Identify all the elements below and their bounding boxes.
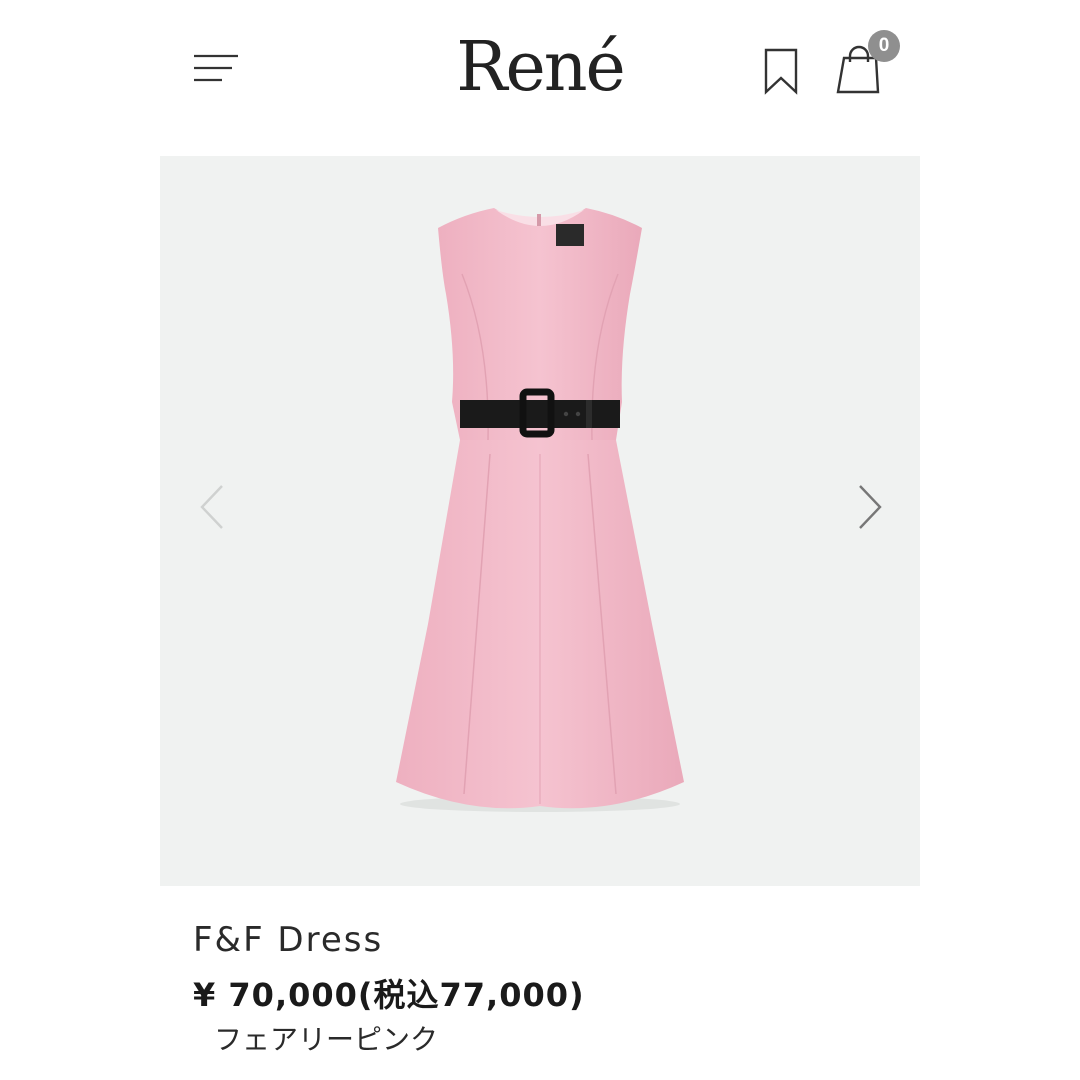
bookmark-icon [764, 48, 798, 95]
menu-button[interactable] [190, 48, 244, 88]
product-image [396, 208, 684, 812]
chevron-right-icon[interactable] [848, 482, 888, 532]
brand-logo[interactable]: René [456, 28, 625, 107]
product-name: F&F Dress [193, 920, 384, 960]
bookmark-button[interactable] [760, 46, 802, 96]
brand-logo-wrap: René [0, 28, 1080, 108]
hamburger-menu-icon [194, 54, 238, 82]
chevron-left-icon[interactable] [194, 482, 234, 532]
product-image-carousel[interactable] [160, 156, 920, 886]
product-price: ¥ 70,000(税込77,000) [193, 976, 585, 1014]
product-color-name: フェアリーピンク [214, 1023, 439, 1056]
cart-count-badge: 0 [868, 30, 900, 62]
site-header: René 0 [0, 0, 1080, 140]
